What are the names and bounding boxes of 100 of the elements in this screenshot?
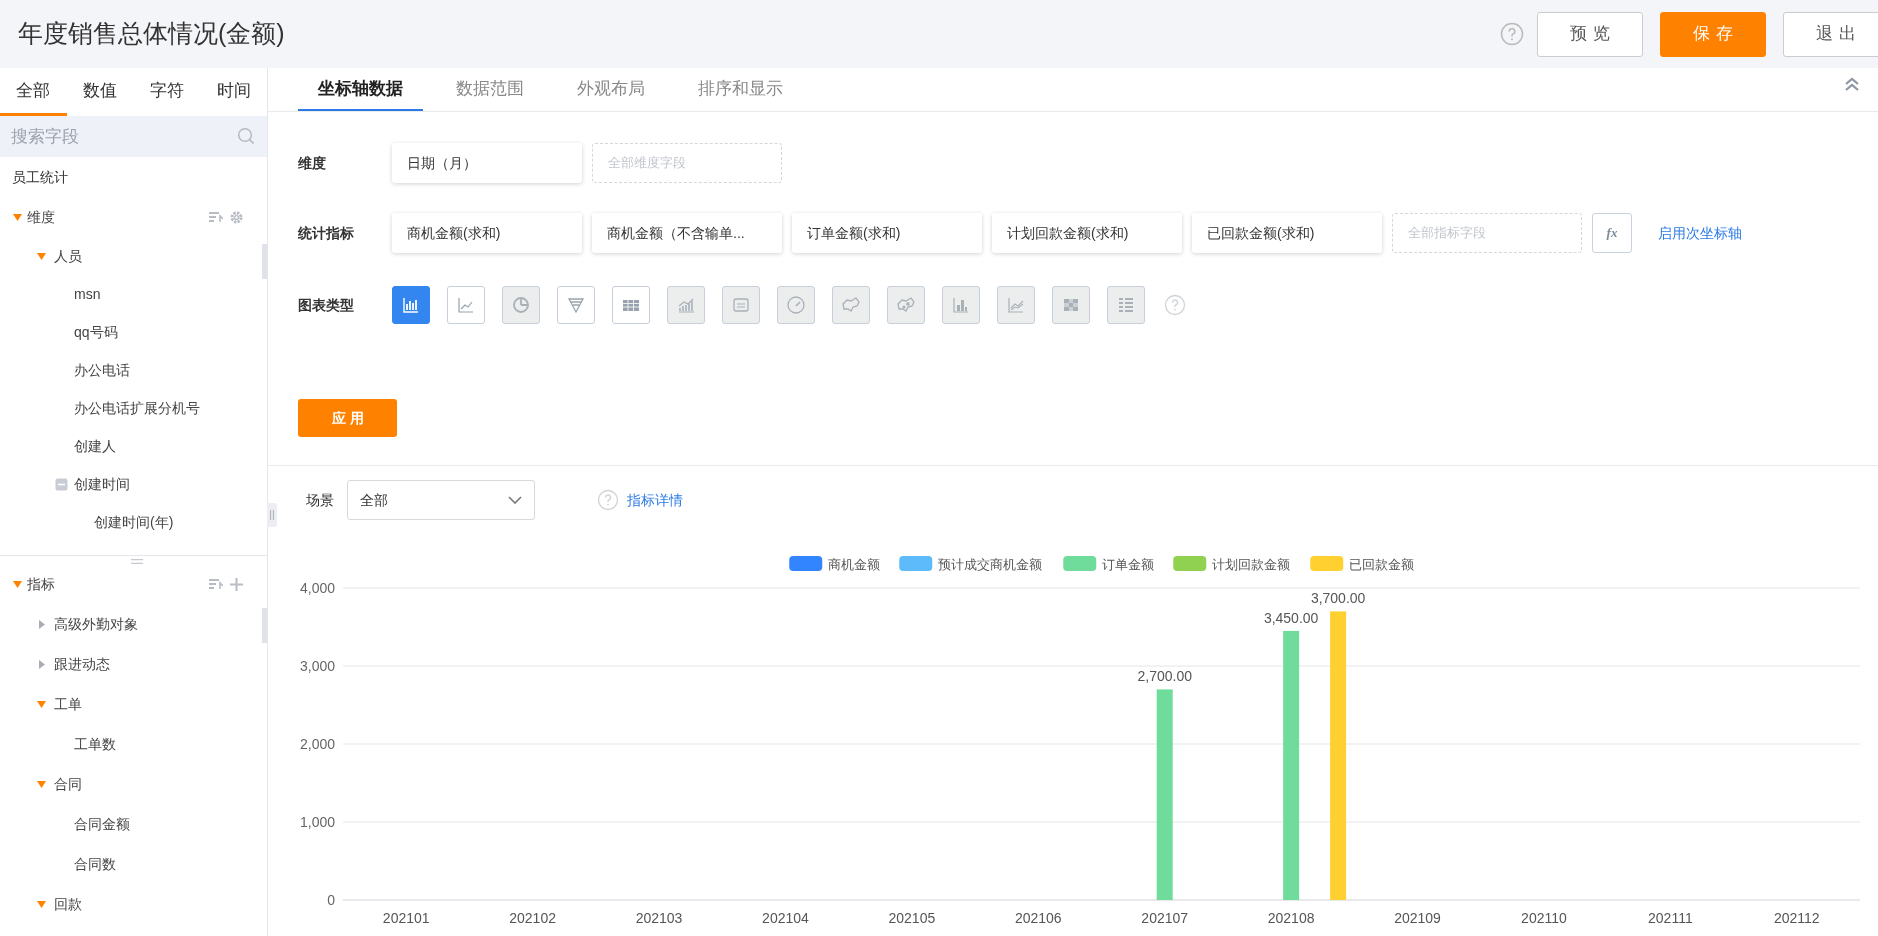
axis-tick-label: 202107 [1141, 910, 1189, 926]
field-label: 统计指标 [298, 223, 355, 243]
folder-item[interactable]: 跟进动态 [54, 653, 110, 675]
field-item[interactable]: qq号码 [74, 321, 118, 343]
field-item[interactable]: 创建人 [74, 435, 116, 457]
chart-type-button[interactable] [447, 286, 485, 324]
field-label: 图表类型 [298, 295, 355, 315]
resize-grip-icon[interactable] [131, 559, 143, 564]
axis-tick-label: 3,000 [299, 658, 335, 674]
help-icon[interactable] [1164, 294, 1186, 316]
caret-down-icon[interactable] [37, 900, 46, 908]
field-chip[interactable]: 日期（月） [392, 143, 582, 183]
field-item[interactable]: 合同金额 [74, 813, 130, 835]
field-chip[interactable]: 商机金额(求和) [392, 213, 582, 253]
field-chip[interactable]: 计划回款金额(求和) [992, 213, 1182, 253]
field-chip[interactable]: 已回款金额(求和) [1192, 213, 1382, 253]
chart-type-button[interactable] [392, 286, 430, 324]
field-type-tab[interactable]: 时间 [200, 68, 267, 116]
field-item[interactable]: 办公电话 [74, 359, 130, 381]
folder-item[interactable]: 工单 [54, 693, 82, 715]
formula-button[interactable]: fx [1592, 213, 1632, 253]
legend-label: 已回款金额 [1349, 556, 1415, 572]
data-label: 3,450.00 [1263, 609, 1319, 626]
gear-icon[interactable] [230, 210, 243, 224]
collapse-box-icon[interactable] [55, 477, 68, 491]
field-item[interactable]: 合同数 [74, 853, 116, 875]
bar[interactable] [1283, 630, 1300, 900]
caret-down-icon[interactable] [13, 213, 22, 221]
chevron-down-icon[interactable] [508, 496, 522, 504]
axis-tick-label: 202111 [1648, 910, 1693, 926]
caret-down-icon[interactable] [37, 252, 46, 260]
chart-type-button[interactable] [557, 286, 595, 324]
legend-item[interactable]: 预计成交商机金额 [899, 556, 1043, 572]
axis-tick-label: 2,000 [299, 736, 335, 752]
bar[interactable] [1156, 689, 1173, 900]
caret-right-icon[interactable] [38, 659, 45, 669]
axis-tick-label: 202102 [509, 910, 556, 926]
config-tab[interactable]: 数据范围 [436, 68, 544, 111]
field-label: 维度 [298, 153, 327, 173]
config-tab[interactable]: 排序和显示 [678, 68, 803, 111]
field-item[interactable]: 创建时间(年) [94, 511, 174, 533]
axis-tick-label: 1,000 [299, 814, 335, 830]
field-type-tab[interactable]: 字符 [133, 68, 201, 116]
search-icon[interactable] [237, 127, 255, 145]
legend-label: 预计成交商机金额 [938, 556, 1043, 572]
legend-item[interactable]: 已回款金额 [1310, 556, 1415, 572]
folder-item[interactable]: 人员 [54, 245, 82, 267]
config-tab[interactable]: 坐标轴数据 [298, 68, 423, 111]
metric-details-link[interactable]: 指标详情 [627, 489, 683, 511]
legend-label: 订单金额 [1102, 556, 1155, 572]
scene-dropdown[interactable]: 全部 [347, 480, 535, 520]
help-icon[interactable] [597, 489, 619, 511]
axis-tick-label: 202104 [762, 910, 809, 926]
scene-label: 场景 [306, 490, 334, 510]
folder-item[interactable]: 回款 [54, 893, 82, 915]
field-item[interactable]: 工单数 [74, 733, 116, 755]
caret-right-icon[interactable] [38, 619, 45, 629]
dropdown-value: 全部 [360, 490, 389, 510]
header-button[interactable]: 预览 [1537, 11, 1643, 57]
header-button[interactable]: 退出 [1783, 11, 1878, 57]
table-name: 员工统计 [11, 167, 69, 187]
field-chip[interactable]: 商机金额（不含输单... [592, 213, 782, 253]
data-label: 2,700.00 [1137, 668, 1192, 685]
section-title[interactable]: 维度 [27, 206, 209, 228]
plus-icon[interactable] [230, 577, 243, 591]
axis-tick-label: 202101 [382, 910, 430, 926]
chart-type-button[interactable] [612, 286, 650, 324]
search-field[interactable]: 搜索字段 [0, 116, 267, 157]
help-icon[interactable] [1500, 22, 1524, 46]
scrollbar-thumb[interactable] [262, 608, 267, 643]
field-type-tab[interactable]: 数值 [66, 68, 134, 116]
caret-down-icon[interactable] [37, 780, 46, 788]
secondary-axis-link[interactable]: 启用次坐标轴 [1658, 222, 1742, 244]
legend-label: 计划回款金额 [1212, 556, 1291, 572]
field-item[interactable]: 办公电话扩展分机号 [74, 397, 200, 419]
folder-item[interactable]: 高级外勤对象 [54, 613, 138, 635]
folder-item[interactable]: 合同 [54, 773, 82, 795]
sort-icon[interactable] [209, 578, 223, 590]
legend-label: 商机金额 [828, 556, 881, 572]
axis-tick-label: 202108 [1267, 910, 1315, 926]
legend-item[interactable]: 计划回款金额 [1173, 556, 1291, 572]
axis-tick-label: 202112 [1773, 910, 1820, 926]
axis-tick-label: 202105 [888, 910, 936, 926]
section-title[interactable]: 指标 [27, 573, 209, 595]
panel-collapse-handle[interactable] [267, 503, 277, 527]
field-item[interactable]: msn [74, 283, 101, 305]
bar[interactable] [1330, 611, 1347, 900]
legend-item[interactable]: 商机金额 [789, 556, 881, 572]
axis-tick-label: 202110 [1521, 910, 1567, 926]
axis-tick-label: 202103 [635, 910, 683, 926]
field-chip[interactable]: 订单金额(求和) [792, 213, 982, 253]
axis-tick-label: 202109 [1394, 910, 1441, 926]
caret-down-icon[interactable] [37, 700, 46, 708]
caret-down-icon[interactable] [13, 580, 22, 588]
legend-item[interactable]: 订单金额 [1063, 556, 1155, 572]
scrollbar-thumb[interactable] [262, 244, 267, 279]
collapse-up-icon[interactable] [1844, 76, 1860, 92]
sort-icon[interactable] [209, 211, 223, 223]
folder-item[interactable]: 创建时间 [74, 473, 130, 495]
config-tab[interactable]: 外观布局 [557, 68, 665, 111]
